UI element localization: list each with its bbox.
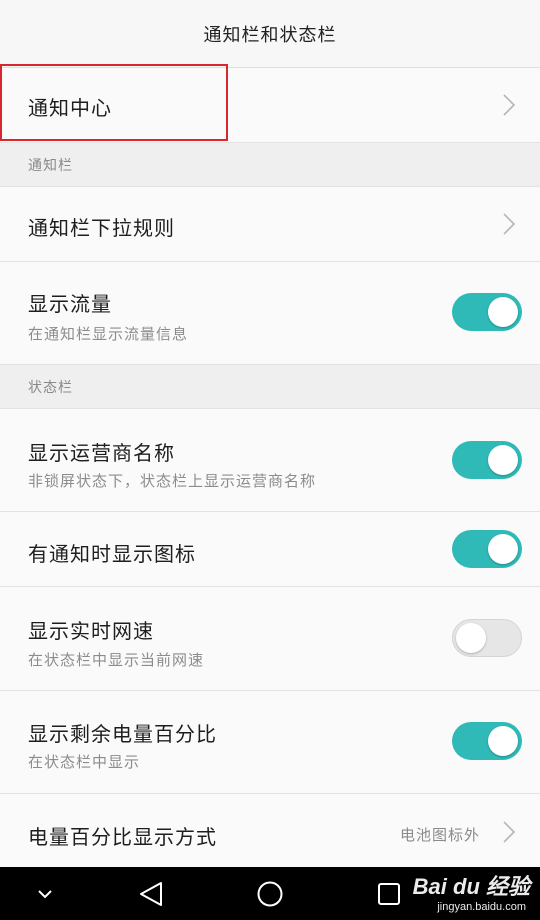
toggle-knob — [488, 726, 518, 756]
toggle-knob — [488, 297, 518, 327]
toggle-carrier-name[interactable] — [452, 441, 522, 479]
row-title: 显示流量 — [28, 292, 112, 316]
section-header-notification: 通知栏 — [0, 143, 540, 187]
page-title: 通知栏和状态栏 — [0, 0, 540, 68]
chevron-right-icon — [502, 93, 516, 117]
watermark-brand: Bai du 经验 — [412, 874, 530, 899]
page-title-text: 通知栏和状态栏 — [203, 24, 337, 46]
row-battery-pct[interactable]: 显示剩余电量百分比 在状态栏中显示 — [0, 691, 540, 794]
row-title: 电量百分比显示方式 — [28, 825, 217, 849]
toggle-knob — [488, 534, 518, 564]
row-subtitle: 在通知栏显示流量信息 — [28, 325, 189, 343]
row-show-traffic[interactable]: 显示流量 在通知栏显示流量信息 — [0, 262, 540, 365]
nav-down-icon[interactable] — [25, 867, 65, 920]
highlight-box — [0, 64, 228, 141]
row-notif-icon[interactable]: 有通知时显示图标 — [0, 512, 540, 587]
toggle-show-traffic[interactable] — [452, 293, 522, 331]
row-subtitle: 非锁屏状态下，状态栏上显示运营商名称 — [28, 472, 317, 490]
section-header-status: 状态栏 — [0, 365, 540, 409]
watermark-logo: Bai du 经验 jingyan.baidu.com — [412, 869, 530, 913]
row-net-speed[interactable]: 显示实时网速 在状态栏中显示当前网速 — [0, 587, 540, 691]
row-title: 显示运营商名称 — [28, 441, 175, 465]
chevron-right-icon — [502, 212, 516, 236]
nav-back-icon[interactable] — [128, 867, 174, 920]
row-title: 显示实时网速 — [28, 619, 154, 643]
nav-home-icon[interactable] — [247, 867, 293, 920]
toggle-notif-icon[interactable] — [452, 530, 522, 568]
row-title: 有通知时显示图标 — [28, 542, 196, 566]
row-battery-mode[interactable]: 电量百分比显示方式 电池图标外 — [0, 794, 540, 867]
section-label: 状态栏 — [28, 379, 73, 396]
row-pull-rule[interactable]: 通知栏下拉规则 — [0, 187, 540, 262]
row-title: 显示剩余电量百分比 — [28, 722, 217, 746]
toggle-battery-pct[interactable] — [452, 722, 522, 760]
nav-recents-icon[interactable] — [366, 867, 412, 920]
row-subtitle: 在状态栏中显示当前网速 — [28, 651, 205, 669]
row-value: 电池图标外 — [399, 826, 480, 844]
row-title: 通知栏下拉规则 — [28, 216, 175, 240]
row-carrier-name[interactable]: 显示运营商名称 非锁屏状态下，状态栏上显示运营商名称 — [0, 409, 540, 512]
watermark-site: jingyan.baidu.com — [437, 901, 526, 913]
row-subtitle: 在状态栏中显示 — [28, 753, 141, 771]
section-label: 通知栏 — [28, 157, 73, 174]
toggle-net-speed[interactable] — [452, 619, 522, 657]
toggle-knob — [456, 623, 486, 653]
toggle-knob — [488, 445, 518, 475]
chevron-right-icon — [502, 820, 516, 844]
